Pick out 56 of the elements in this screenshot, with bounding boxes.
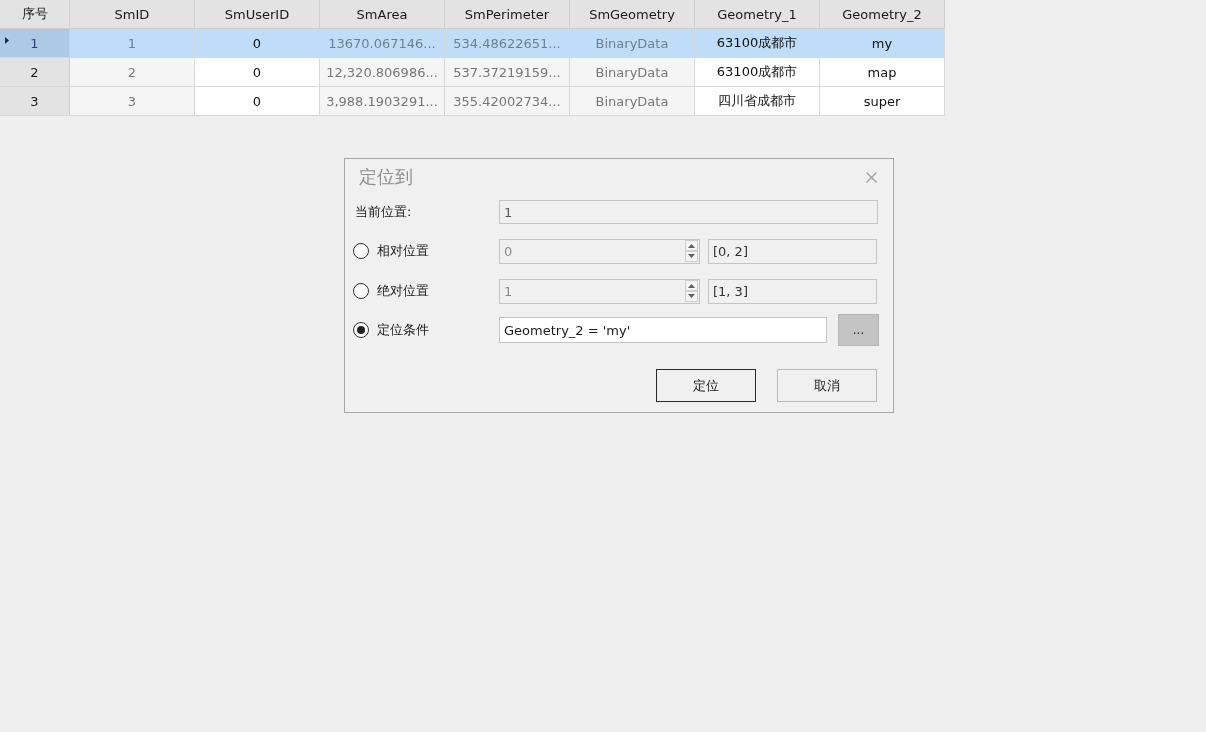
row-number[interactable]: 3 [0,87,70,115]
radio-button[interactable] [353,283,369,299]
browse-button[interactable]: ... [838,314,879,346]
column-header[interactable]: SmUserID [195,0,320,29]
table-cell: 13670.067146... [320,29,445,57]
radio-label[interactable]: 绝对位置 [377,282,499,300]
row-number-text: 3 [30,93,39,109]
table-cell: 534.48622651... [445,29,570,57]
table-cell: 3 [70,87,195,115]
current-position-field: 1 [499,200,878,224]
row-pointer-icon [5,37,9,44]
table-cell: 0 [195,58,320,86]
table-cell: 63100成都市 [695,29,820,57]
table-cell: 0 [195,87,320,115]
table-cell: BinaryData [570,87,695,115]
table-row[interactable]: 1 1 0 13670.067146... 534.48622651... BinaryData 63100成都市 my [0,29,945,58]
column-header[interactable]: SmPerimeter [445,0,570,29]
table-cell: 四川省成都市 [695,87,820,115]
row-number[interactable]: 1 [0,29,70,57]
column-header[interactable]: SmID [70,0,195,29]
row-number-text: 1 [30,35,39,51]
table-row[interactable]: 2 2 0 12,320.806986... 537.37219159... BinaryData 63100成都市 map [0,58,945,87]
condition-input[interactable]: Geometry_2 = 'my' [499,317,827,343]
column-header[interactable]: SmArea [320,0,445,29]
table-cell: 0 [195,29,320,57]
spin-arrows-icon[interactable] [685,280,698,302]
field-label: 当前位置: [354,203,413,221]
range-field: [1, 3] [708,278,877,304]
table-cell: my [820,29,945,57]
dialog-button[interactable]: 定位 [656,369,756,402]
table-cell: BinaryData [570,29,695,57]
table-cell: map [820,58,945,86]
table-cell: 537.37219159... [445,58,570,86]
table-cell: 355.42002734... [445,87,570,115]
column-header[interactable]: Geometry_1 [695,0,820,29]
radio-label[interactable]: 相对位置 [377,242,499,260]
table-cell: 3,988.1903291... [320,87,445,115]
dialog-title: 定位到 [359,165,413,189]
table-cell: 2 [70,58,195,86]
dialog-button[interactable]: 取消 [777,369,877,402]
row-number[interactable]: 2 [0,58,70,86]
column-header[interactable]: 序号 [0,0,70,29]
table-cell: 12,320.806986... [320,58,445,86]
range-field: [0, 2] [708,238,877,264]
table-cell: super [820,87,945,115]
spin-arrows-icon[interactable] [685,240,698,262]
table-cell: 63100成都市 [695,58,820,86]
table-cell: BinaryData [570,58,695,86]
radio-button[interactable] [353,243,369,259]
radio-button[interactable] [353,322,369,338]
row-number-text: 2 [30,64,39,80]
table-cell: 1 [70,29,195,57]
radio-label[interactable]: 定位条件 [377,321,499,339]
table-row[interactable]: 3 3 0 3,988.1903291... 355.42002734... BinaryData 四川省成都市 super [0,87,945,116]
column-header[interactable]: Geometry_2 [820,0,945,29]
column-header[interactable]: SmGeometry [570,0,695,29]
